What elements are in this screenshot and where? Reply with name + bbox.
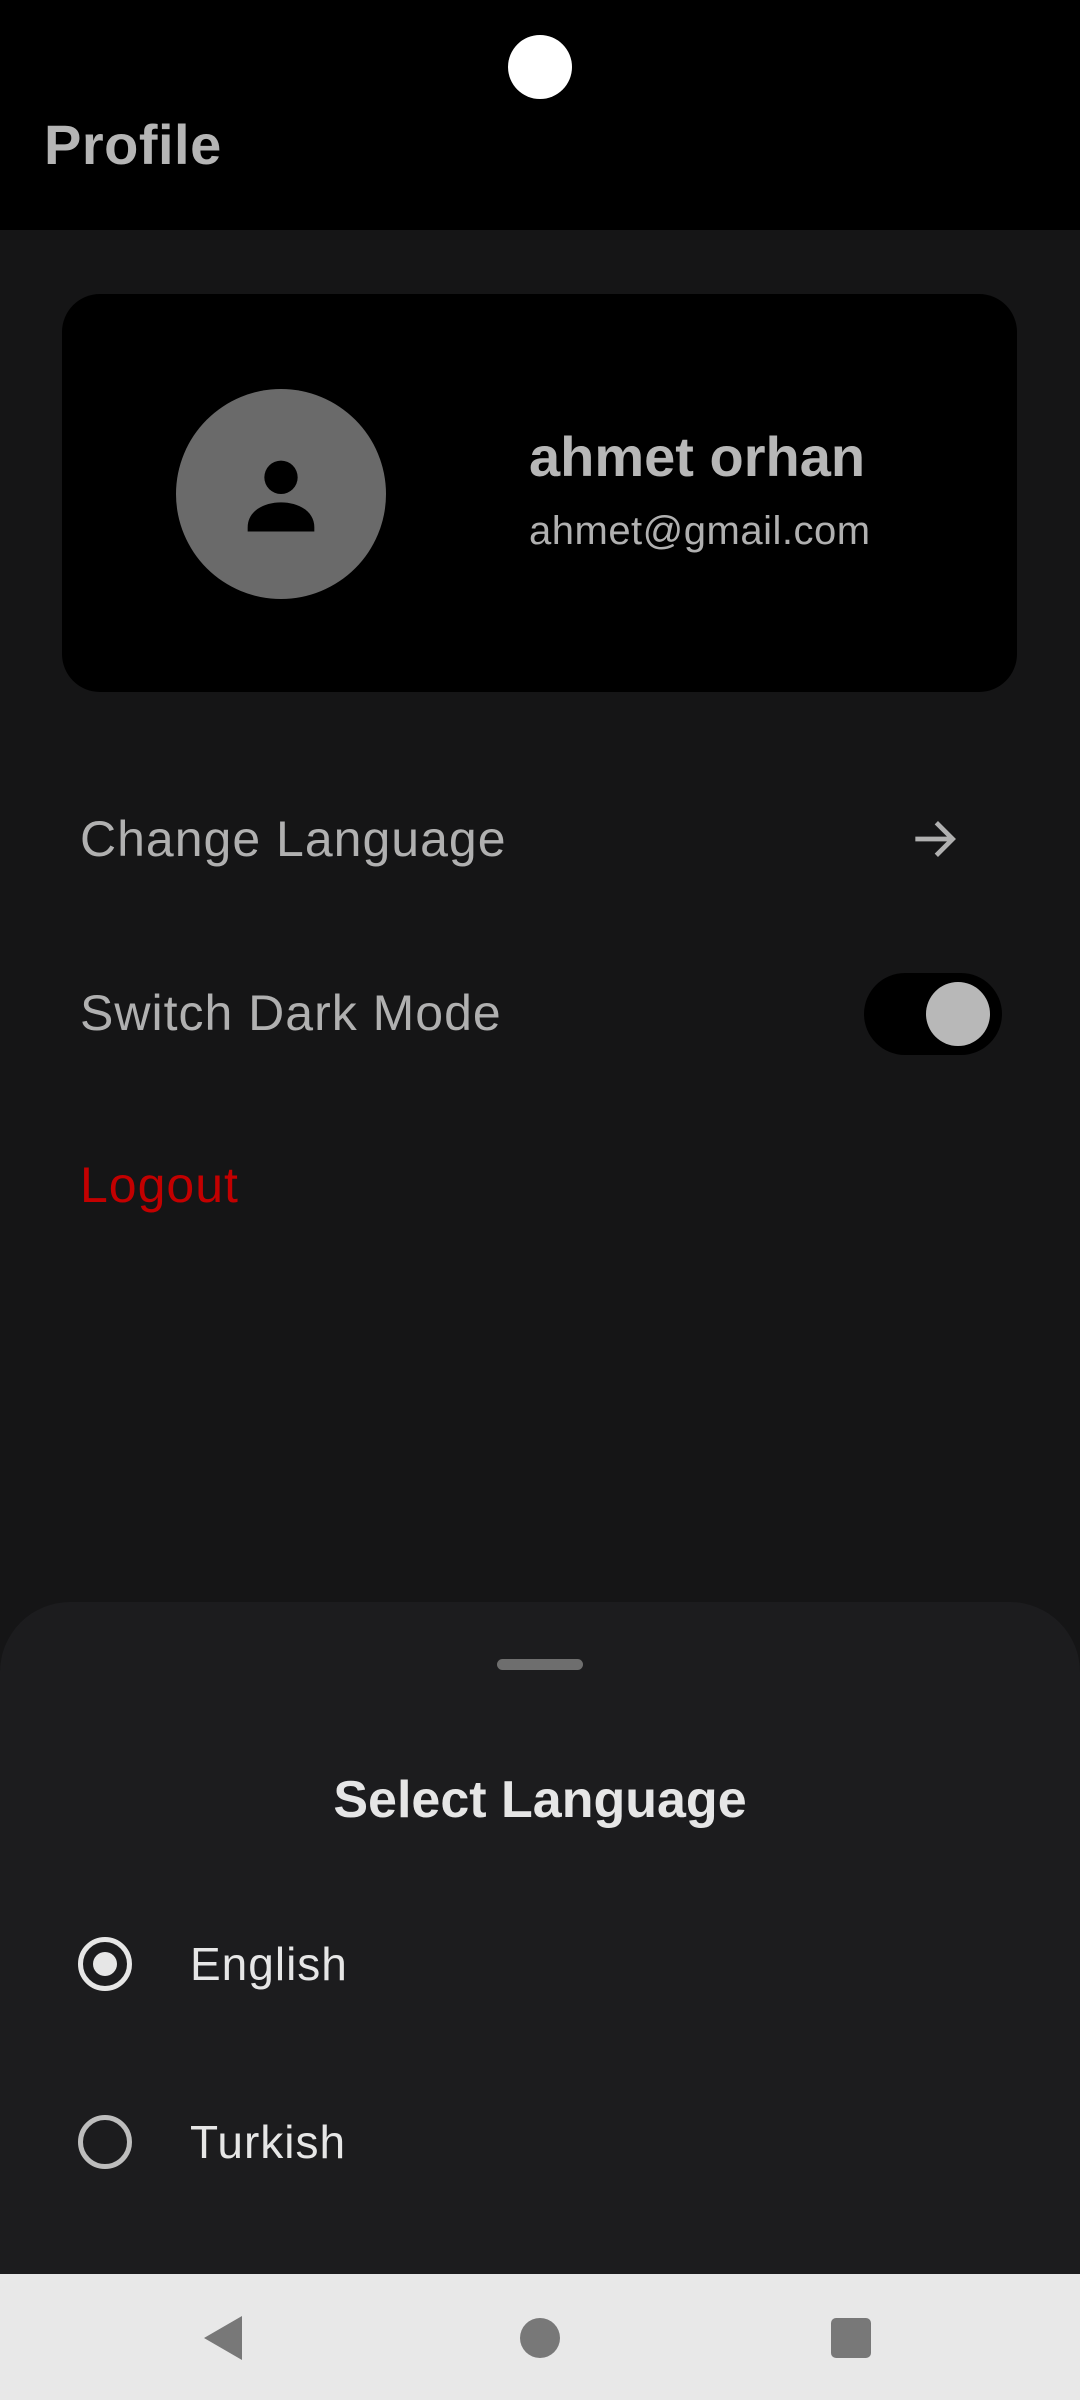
avatar	[176, 389, 386, 599]
back-icon[interactable]	[204, 2316, 242, 2360]
page-title: Profile	[44, 113, 222, 176]
arrow-right-icon	[915, 821, 956, 857]
camera-cutout	[508, 35, 572, 99]
app-bar: Profile	[0, 0, 1080, 230]
system-navigation-bar	[0, 2274, 1080, 2400]
language-option-turkish[interactable]: Turkish	[0, 2062, 1080, 2222]
dark-mode-row: Switch Dark Mode	[0, 938, 1080, 1088]
change-language-label: Change Language	[80, 811, 507, 867]
logout-button[interactable]: Logout	[80, 1156, 239, 1214]
language-label-turkish: Turkish	[190, 2116, 347, 2168]
home-icon[interactable]	[520, 2318, 560, 2358]
person-icon	[247, 460, 315, 532]
recents-icon[interactable]	[831, 2318, 871, 2358]
profile-screen: Profile ahmet orhan ahmet@gmail.com Chan…	[0, 0, 1080, 2400]
change-language-row[interactable]: Change Language	[0, 764, 1080, 914]
language-bottom-sheet: Select Language English Turkish	[0, 1602, 1080, 2274]
dark-mode-toggle[interactable]	[864, 973, 1002, 1055]
radio-selected-icon[interactable]	[78, 1937, 132, 1991]
logout-row[interactable]: Logout	[0, 1110, 1080, 1260]
sheet-title: Select Language	[333, 1771, 747, 1829]
drag-handle[interactable]	[497, 1659, 583, 1670]
user-email: ahmet@gmail.com	[529, 509, 871, 553]
dark-mode-label: Switch Dark Mode	[80, 985, 502, 1041]
radio-dot	[93, 1952, 117, 1976]
language-label-english: English	[190, 1938, 348, 1990]
radio-unselected-icon[interactable]	[78, 2115, 132, 2169]
toggle-knob	[926, 982, 990, 1046]
profile-card: ahmet orhan ahmet@gmail.com	[62, 294, 1017, 692]
user-name: ahmet orhan	[529, 425, 866, 488]
language-option-english[interactable]: English	[0, 1884, 1080, 2044]
